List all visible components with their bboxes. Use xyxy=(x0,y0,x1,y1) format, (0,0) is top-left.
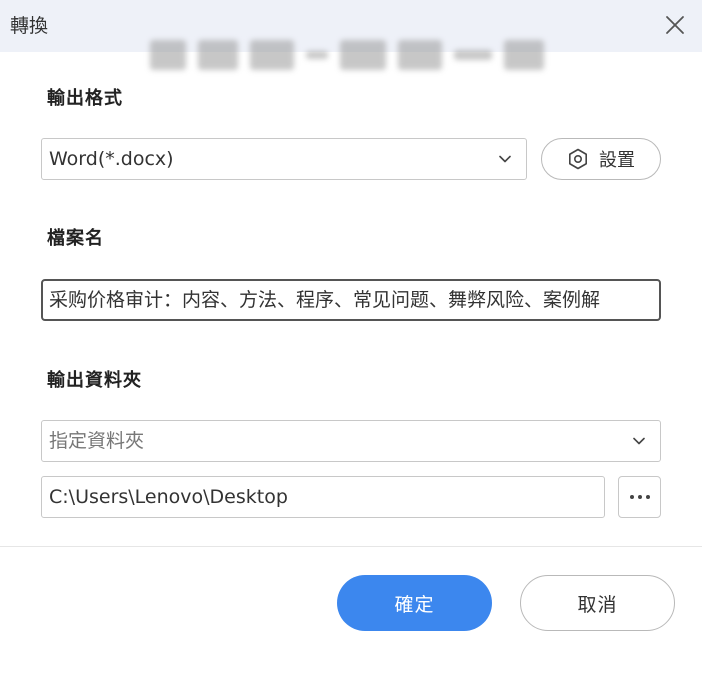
output-folder-mode-select[interactable]: 指定資料夾 xyxy=(41,420,661,462)
output-format-label: 輸出格式 xyxy=(47,88,123,109)
output-folder-label: 輸出資料夾 xyxy=(47,370,142,391)
cancel-button[interactable]: 取消 xyxy=(520,575,675,631)
file-name-value: 采购价格审计：内容、方法、程序、常见问题、舞弊风险、案例解 xyxy=(49,289,601,311)
close-button[interactable] xyxy=(662,12,688,38)
footer-divider xyxy=(0,546,702,547)
file-name-label: 檔案名 xyxy=(47,228,104,249)
more-horizontal-icon xyxy=(629,495,650,499)
browse-folder-button[interactable] xyxy=(618,476,661,518)
output-folder-path-input[interactable]: C:\Users\Lenovo\Desktop xyxy=(41,476,605,518)
output-folder-path-value: C:\Users\Lenovo\Desktop xyxy=(49,486,288,508)
settings-button-label: 設置 xyxy=(599,150,635,171)
output-format-select[interactable]: Word(*.docx) xyxy=(41,138,527,180)
hexagon-gear-icon xyxy=(568,148,588,170)
confirm-button[interactable]: 確定 xyxy=(337,575,492,631)
dialog-title: 轉換 xyxy=(10,15,49,37)
convert-dialog: 轉換 輸出格式 Word(*.docx) 設置 檔案名 采购价格审计：内容、方法… xyxy=(0,0,702,679)
redacted-overlay xyxy=(150,30,580,80)
output-folder-mode-value: 指定資料夾 xyxy=(49,430,145,452)
settings-button[interactable]: 設置 xyxy=(541,138,661,180)
close-icon xyxy=(666,16,684,34)
file-name-input[interactable]: 采购价格审计：内容、方法、程序、常见问题、舞弊风险、案例解 xyxy=(41,279,661,321)
chevron-down-icon xyxy=(633,437,645,445)
chevron-down-icon xyxy=(499,155,511,163)
output-format-value: Word(*.docx) xyxy=(49,148,174,170)
